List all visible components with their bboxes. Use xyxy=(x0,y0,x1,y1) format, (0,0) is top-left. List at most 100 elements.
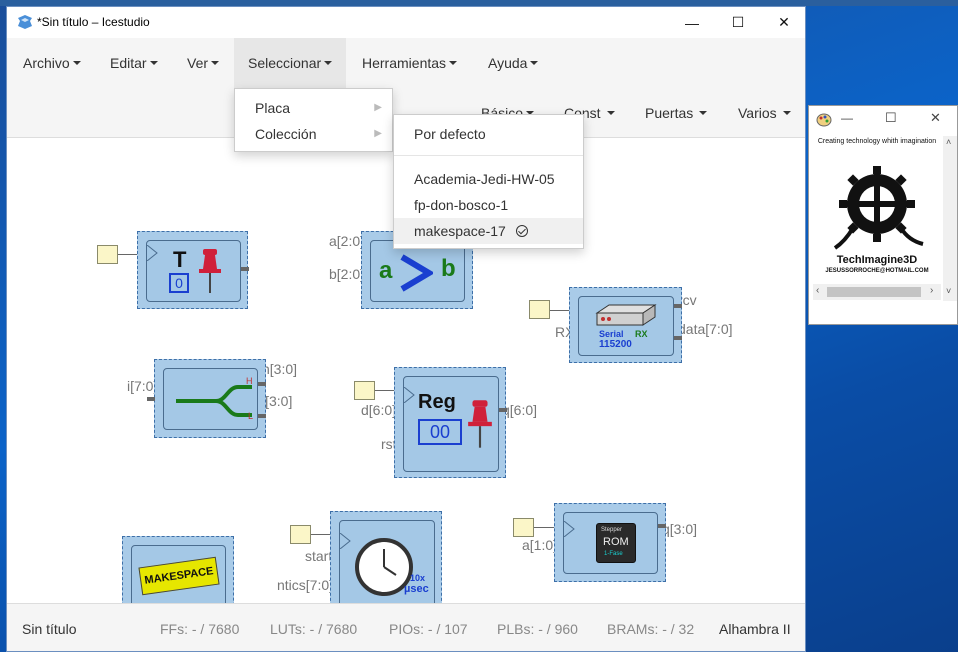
splitter-block[interactable]: H L xyxy=(147,359,266,438)
close-button[interactable]: ✕ xyxy=(761,7,805,38)
scroll-up-icon[interactable]: ˄ xyxy=(946,137,951,147)
rx-label: RX xyxy=(635,329,648,339)
port-q-label: q[3:0] xyxy=(662,521,698,537)
menu-item-makespace[interactable]: makespace-17 xyxy=(394,218,583,244)
timer-unit: µsec xyxy=(404,583,429,595)
logo-window-titlebar[interactable]: — ☐ ✕ xyxy=(809,106,957,132)
port-ntics-label: ntics[7:0] xyxy=(277,577,334,593)
menu-varios[interactable]: Varios xyxy=(738,88,791,138)
minimize-button[interactable]: — xyxy=(669,7,715,38)
scroll-left-icon[interactable]: ‹ xyxy=(816,285,819,296)
menu-editar[interactable]: Editar xyxy=(96,38,172,88)
pin-icon xyxy=(468,400,492,448)
coleccion-submenu: Por defecto Academia-Jedi-HW-05 fp-don-b… xyxy=(393,114,584,249)
menu-ver[interactable]: Ver xyxy=(173,38,233,88)
scroll-thumb[interactable] xyxy=(827,287,921,297)
serial-device-icon xyxy=(595,304,657,326)
clock-input-icon xyxy=(564,521,575,537)
scroll-down-icon[interactable]: ˅ xyxy=(946,286,951,296)
logo-maximize-button[interactable]: ☐ xyxy=(885,110,897,126)
menu-puertas[interactable]: Puertas xyxy=(645,88,708,138)
comparator-a: a xyxy=(379,257,393,284)
rom-line2: ROM xyxy=(603,536,629,548)
port-data-label: data[7:0] xyxy=(678,321,733,337)
comparator-b: b xyxy=(441,255,456,282)
port-d-label: d[6:0] xyxy=(361,402,397,418)
port-q-label: q[6:0] xyxy=(502,402,538,418)
icestudio-icon xyxy=(18,15,32,29)
menu-seleccionar[interactable]: Seleccionar xyxy=(234,38,347,88)
status-bar: Sin título FFs: - / 7680 LUTs: - / 7680 … xyxy=(7,603,805,651)
title-bar[interactable]: *Sin título – Icestudio — ☐ ✕ xyxy=(7,7,805,38)
clock-input-icon xyxy=(147,245,158,261)
check-circle-icon xyxy=(515,225,528,237)
vertical-scrollbar[interactable]: ˄ ˅ xyxy=(943,136,957,301)
status-board: Alhambra II xyxy=(719,621,791,637)
menu-item-por-defecto[interactable]: Por defecto xyxy=(394,121,583,147)
menu-herramientas[interactable]: Herramientas xyxy=(348,38,471,88)
techimagine3d-logo: Creating technology whith imagination Te… xyxy=(813,136,941,284)
reg-value: 00 xyxy=(418,419,462,445)
port-i-label: i[7:0] xyxy=(127,378,158,394)
toggle-block[interactable]: T 0 xyxy=(137,231,249,309)
rom-chip-icon: Stepper ROM 1-Fase xyxy=(596,523,636,563)
logo-minimize-button[interactable]: — xyxy=(841,111,853,125)
input-port[interactable] xyxy=(354,381,375,400)
status-luts: LUTs: - / 7680 xyxy=(270,621,358,637)
rom-line1: Stepper xyxy=(601,527,623,533)
splitter-icon xyxy=(176,385,252,417)
submenu-arrow-icon: ▶ xyxy=(374,128,382,139)
logo-arc-text: Creating technology whith imagination xyxy=(817,138,937,145)
reg-title: Reg xyxy=(418,391,456,413)
menu-archivo[interactable]: Archivo xyxy=(9,38,95,88)
input-port[interactable] xyxy=(290,525,311,544)
gear-logo-icon xyxy=(833,166,924,250)
paint-icon xyxy=(816,113,832,127)
port-a-label: a[1:0] xyxy=(522,537,558,553)
status-pios: PIOs: - / 107 xyxy=(389,621,468,637)
baud-label: 115200 xyxy=(599,339,632,350)
menu-item-fp-don-bosco[interactable]: fp-don-bosco-1 xyxy=(394,192,583,218)
toggle-value: 0 xyxy=(169,273,189,293)
menu-item-academia-jedi[interactable]: Academia-Jedi-HW-05 xyxy=(394,166,583,192)
timer-multiplier: 10x xyxy=(410,573,426,583)
input-port[interactable] xyxy=(97,245,118,264)
port-a-label: a[2:0] xyxy=(329,233,365,249)
menu-ayuda[interactable]: Ayuda xyxy=(474,38,552,88)
status-ffs: FFs: - / 7680 xyxy=(160,621,240,637)
menu-item-coleccion[interactable]: Colección ▶ xyxy=(235,121,392,147)
seleccionar-dropdown: Placa ▶ Colección ▶ xyxy=(234,88,393,152)
toggle-title: T xyxy=(173,247,187,272)
clock-input-icon xyxy=(404,387,415,403)
logo-email: JESUSSORROCHE@HOTMAIL.COM xyxy=(825,268,929,274)
menu-bar: Archivo Editar Ver Seleccionar Herramien… xyxy=(7,38,805,88)
icestudio-window: *Sin título – Icestudio — ☐ ✕ Archivo Ed… xyxy=(6,6,806,652)
port-start-label: start xyxy=(305,548,333,564)
logo-close-button[interactable]: ✕ xyxy=(930,110,941,126)
serial-label: Serial xyxy=(599,329,624,339)
rom-line3: 1-Fase xyxy=(604,551,623,557)
pin-icon xyxy=(199,249,221,293)
maximize-button[interactable]: ☐ xyxy=(715,7,761,38)
status-plbs: PLBs: - / 960 xyxy=(497,621,578,637)
serial-rx-block[interactable]: Serial RX 115200 xyxy=(569,287,682,363)
scroll-right-icon[interactable]: › xyxy=(930,285,933,296)
port-l-label: l[3:0] xyxy=(262,393,293,409)
logo-viewer-window: — ☐ ✕ Creating technology whith imaginat… xyxy=(808,105,958,325)
input-port[interactable] xyxy=(513,518,534,537)
logo-brand-name: TechImagine3D xyxy=(836,254,918,266)
menu-item-placa[interactable]: Placa ▶ xyxy=(235,95,392,121)
horizontal-scrollbar[interactable]: ‹ › xyxy=(813,284,941,300)
splitter-l-mark: L xyxy=(248,411,254,421)
rom-block[interactable]: Stepper ROM 1-Fase xyxy=(554,503,666,582)
makespace-logo-block[interactable]: MAKESPACE xyxy=(122,536,234,603)
input-port[interactable] xyxy=(529,300,550,319)
port-h-label: h[3:0] xyxy=(262,361,298,377)
status-filename: Sin título xyxy=(22,621,77,637)
reg-block[interactable]: Reg 00 xyxy=(394,367,507,478)
clock-input-icon xyxy=(340,533,351,549)
window-title: *Sin título – Icestudio xyxy=(37,15,150,29)
timer-block[interactable]: 10x µsec xyxy=(330,511,442,603)
splitter-h-mark: H xyxy=(246,376,253,386)
status-brams: BRAMs: - / 32 xyxy=(607,621,695,637)
